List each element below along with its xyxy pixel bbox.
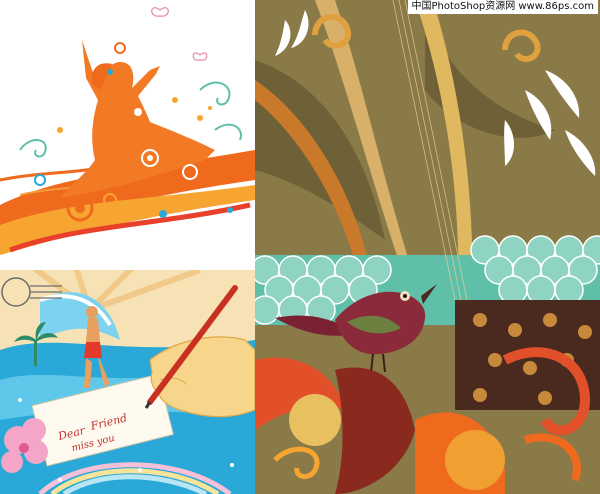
butterfly-icon [151,7,208,61]
watermark-text: 中国PhotoShop资源网 www.86ps.com [407,0,598,14]
surfer-letter-panel: Dear Friend miss you [0,270,255,494]
dancing-woman-panel [0,0,255,270]
bird-floral-illustration [255,0,600,494]
bird-floral-panel [255,0,600,494]
surfer-letter-illustration: Dear Friend miss you [0,270,255,494]
collage: Dear Friend miss you 中国PhotoShop资源网 www.… [0,0,600,494]
dancing-woman-illustration [0,7,255,255]
